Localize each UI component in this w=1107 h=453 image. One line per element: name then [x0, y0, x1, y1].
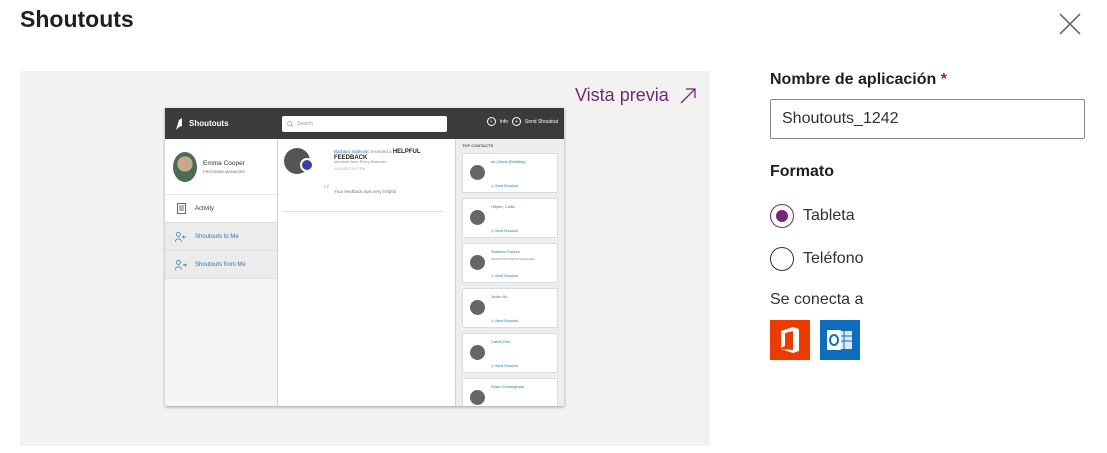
info-icon: i	[486, 117, 496, 126]
format-option-tablet[interactable]: Tableta	[770, 204, 855, 228]
avatar	[470, 345, 485, 360]
contact-card: Hilpert, Callie ◎ Send Shoutout	[462, 198, 558, 238]
connects-to-label: Se conecta a	[770, 291, 864, 308]
mini-sidebar: Emma Cooper PROGRAM MANAGER Activity Sho…	[165, 139, 278, 406]
office-icon	[770, 320, 810, 360]
mini-logo: Shoutouts	[174, 117, 282, 131]
preview-link-label: Vista previa	[575, 85, 669, 105]
preview-link[interactable]: Vista previa	[575, 85, 697, 106]
mini-user-name: Emma Cooper	[203, 159, 245, 167]
contact-card: Shekhar Pareek SENIOR PROGRAM MANAGER ◎ Se…	[462, 243, 558, 283]
avatar	[470, 255, 485, 270]
app-name-input[interactable]	[770, 99, 1085, 139]
divider	[284, 211, 443, 212]
contact-action: ◎ Send Shoutout	[491, 229, 519, 233]
mini-nav-from-me: Shoutouts from Me	[165, 251, 277, 279]
contact-card: Ryan Cunningham◎ Send Shoutout	[462, 378, 558, 406]
mini-nav-activity: Activity	[165, 195, 277, 223]
mini-header: Shoutouts Search i Info + Send Shoutout	[165, 108, 564, 139]
search-icon	[287, 120, 293, 127]
contact-name: Ian Davis (Building)	[491, 159, 526, 164]
contact-role: SENIOR PROGRAM MANAGER	[491, 257, 535, 261]
contact-card: Justin Su ◎ Send Shoutout	[462, 288, 558, 328]
outlook-icon	[820, 320, 860, 360]
avatar	[470, 390, 485, 405]
contact-name: Calvin Dev	[491, 339, 511, 344]
contact-action: ◎ Send Shoutout	[491, 364, 519, 368]
required-mark: *	[940, 71, 947, 88]
avatar	[173, 151, 197, 182]
mini-actions: i Info + Send Shoutout	[486, 117, 558, 126]
preview-panel: Vista previa Shoutouts Search i Info + S…	[20, 71, 710, 446]
mini-feed-time: 11/13/2017 5:17 PM	[334, 167, 366, 171]
radio-phone[interactable]	[770, 247, 794, 271]
app-creation-dialog: Shoutouts Vista previa Shoutouts Search …	[0, 0, 1107, 453]
contact-card: Calvin Dev ◎ Send Shoutout	[462, 333, 558, 373]
avatar	[470, 165, 485, 180]
person-incoming-icon	[175, 231, 187, 243]
mini-nav-label: Activity	[195, 205, 215, 212]
contact-action: ◎ Send Shoutout	[491, 319, 519, 323]
mini-contacts-header: TOP CONTACTS	[462, 143, 494, 148]
dialog-title: Shoutouts	[20, 6, 134, 32]
mini-info-label: Info	[499, 118, 508, 125]
mini-nav-label: Shoutouts to Me	[195, 233, 239, 240]
format-option-phone[interactable]: Teléfono	[770, 247, 864, 271]
mini-feed-message: Your feedback was very helpful	[334, 189, 397, 194]
document-icon	[175, 203, 187, 215]
avatar	[470, 300, 485, 315]
megaphone-icon	[176, 117, 182, 130]
mini-nav-label: Shoutouts from Me	[195, 261, 246, 268]
contact-list: Ian Davis (Building) ◎ Send Shoutout Hilpe…	[462, 153, 558, 406]
mini-nav-to-me: Shoutouts to Me	[165, 223, 277, 251]
avatar	[470, 210, 485, 225]
mini-profile: Emma Cooper PROGRAM MANAGER	[165, 139, 277, 195]
contact-card: Ian Davis (Building) ◎ Send Shoutout	[462, 153, 558, 193]
format-option-label: Teléfono	[803, 250, 864, 267]
mini-send-label: Send Shoutout	[524, 118, 558, 125]
app-preview-screenshot: Shoutouts Search i Info + Send Shoutout	[165, 108, 564, 406]
format-label: Formato	[770, 163, 834, 180]
mini-user-role: PROGRAM MANAGER	[203, 168, 246, 174]
close-icon[interactable]	[1058, 12, 1082, 36]
person-outgoing-icon	[175, 259, 187, 271]
mini-feed: Barbara Sankovic received a HELPFUL FEED…	[278, 139, 456, 406]
mini-top-contacts: TOP CONTACTS Ian Davis (Building) ◎ Send …	[456, 139, 564, 406]
format-option-label: Tableta	[803, 207, 855, 224]
quote-icon: “	[322, 181, 331, 200]
mini-search: Search	[282, 115, 447, 132]
contact-name: Hilpert, Callie	[491, 204, 515, 209]
app-name-label: Nombre de aplicación *	[770, 71, 947, 88]
contact-name: Justin Su	[491, 294, 508, 299]
contact-name: Shekhar Pareek	[491, 249, 520, 254]
contact-name: Ryan Cunningham	[491, 384, 525, 389]
contact-action: ◎ Send Shoutout	[491, 184, 519, 188]
plus-icon: +	[511, 117, 521, 126]
feedback-badge-icon	[300, 158, 314, 172]
mini-search-placeholder: Search	[297, 120, 313, 127]
contact-action: ◎ Send Shoutout	[491, 274, 519, 278]
radio-tablet[interactable]	[770, 204, 794, 228]
mini-feed-from: shoutout from Percy Bowman	[334, 159, 387, 164]
open-external-icon	[680, 87, 696, 103]
mini-app-name: Shoutouts	[189, 119, 229, 128]
